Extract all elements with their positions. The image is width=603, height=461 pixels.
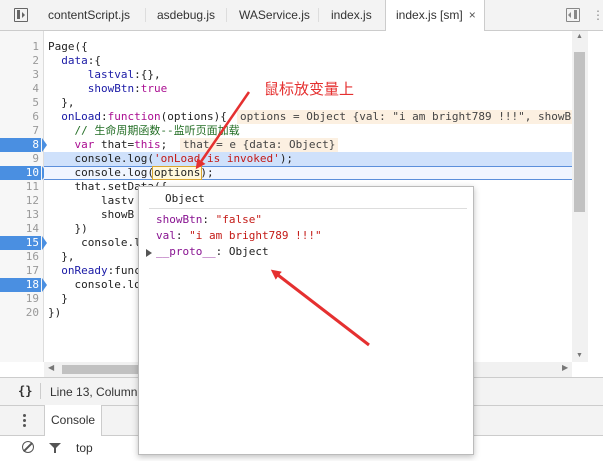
- scroll-right-icon[interactable]: ▶: [562, 363, 568, 372]
- line-number[interactable]: 5: [0, 96, 41, 110]
- tab-waservice[interactable]: WAService.js: [239, 0, 310, 30]
- tab-asdebug[interactable]: asdebug.js: [157, 0, 215, 30]
- tab-label: contentScript.js: [48, 8, 131, 22]
- line-number[interactable]: 16: [0, 250, 41, 264]
- toggle-debugger-sidebar-icon[interactable]: [566, 8, 580, 22]
- context-selector[interactable]: top: [76, 441, 93, 455]
- line-number[interactable]: 7: [0, 124, 41, 138]
- inline-value-options: options = Object {val: "i am bright789 !…: [237, 110, 572, 124]
- scroll-up-icon[interactable]: ▲: [576, 33, 583, 40]
- line-number[interactable]: 6: [0, 110, 41, 124]
- code-line: data:{: [61, 54, 101, 67]
- code-line: },: [48, 250, 75, 263]
- clear-console-icon[interactable]: [22, 441, 34, 453]
- code-line: }): [48, 306, 62, 319]
- line-number[interactable]: 2: [0, 54, 41, 68]
- code-line: Page({: [48, 40, 88, 53]
- close-icon[interactable]: ×: [469, 0, 476, 30]
- tab-separator: [226, 8, 227, 22]
- line-number[interactable]: 14: [0, 222, 41, 236]
- more-icon[interactable]: ⋮: [592, 8, 603, 22]
- tab-label: WAService.js: [239, 8, 310, 22]
- line-number-gutter[interactable]: 1 2 3 4 5 6 7 8 9 10 11 12 13 14 15 16 1…: [0, 31, 47, 362]
- code-line: var that=this;: [74, 138, 168, 151]
- code-line: },: [48, 96, 75, 109]
- line-number[interactable]: 9: [0, 152, 41, 166]
- tab-index-js[interactable]: index.js: [331, 0, 372, 30]
- annotation-label: 鼠标放变量上: [264, 80, 355, 98]
- code-line: onLoad:function(options){: [61, 110, 227, 123]
- code-line: console.lo: [48, 278, 141, 291]
- line-number[interactable]: 20: [0, 306, 41, 320]
- popover-title: Object: [165, 192, 205, 205]
- line-number[interactable]: 4: [0, 82, 41, 96]
- line-number[interactable]: 19: [0, 292, 41, 306]
- inline-value-that: that = e {data: Object}: [180, 138, 339, 152]
- property-row[interactable]: __proto__: Object: [156, 244, 269, 259]
- line-number[interactable]: 1: [0, 40, 41, 54]
- scroll-down-icon[interactable]: ▼: [576, 352, 583, 359]
- code-line: showBtn:true: [87, 82, 168, 95]
- hovered-variable-options[interactable]: options: [152, 166, 203, 180]
- line-number[interactable]: 13: [0, 208, 41, 222]
- object-preview-popover[interactable]: Object showBtn: "false" val: "i am brigh…: [138, 186, 474, 455]
- code-comment: // 生命周期函数--监听页面加载: [48, 124, 240, 137]
- breakpoint-marker[interactable]: 18: [0, 278, 47, 292]
- drawer-menu-icon[interactable]: [23, 414, 27, 429]
- property-row[interactable]: val: "i am bright789 !!!": [156, 228, 322, 243]
- code-line: onReady:func: [61, 264, 141, 277]
- tab-console[interactable]: Console: [44, 405, 103, 436]
- tab-label: asdebug.js: [157, 8, 216, 22]
- pretty-print-button[interactable]: {}: [18, 384, 32, 398]
- property-row[interactable]: showBtn: "false": [156, 212, 262, 227]
- code-line: console.l: [48, 236, 141, 249]
- code-line: console.log('onLoad is invoked');: [48, 152, 294, 165]
- tab-index-js-sm[interactable]: index.js [sm] ×: [385, 0, 485, 31]
- code-line: }): [48, 222, 88, 235]
- breakpoint-marker[interactable]: 8: [0, 138, 47, 152]
- code-line: showB: [48, 208, 135, 221]
- expand-triangle-icon[interactable]: [146, 249, 152, 257]
- line-number[interactable]: 11: [0, 180, 41, 194]
- tab-separator: [145, 8, 146, 22]
- tab-label: index.js [sm]: [396, 8, 463, 22]
- tab-separator: [318, 8, 319, 22]
- code-line: lastv: [48, 194, 135, 207]
- popover-divider: [149, 208, 467, 209]
- filter-icon[interactable]: [49, 443, 61, 453]
- cursor-position: Line 13, Column: [50, 385, 138, 399]
- vertical-scroll-thumb[interactable]: [574, 52, 585, 212]
- code-line: }: [48, 292, 68, 305]
- status-separator: [40, 383, 41, 399]
- editor-tab-bar: contentScript.js asdebug.js WAService.js…: [0, 0, 603, 31]
- code-line: lastval:{},: [87, 68, 161, 81]
- line-number[interactable]: 17: [0, 264, 41, 278]
- tab-label: index.js: [331, 8, 372, 22]
- scroll-left-icon[interactable]: ◀: [48, 363, 54, 372]
- tab-contentscript[interactable]: contentScript.js: [48, 0, 130, 30]
- toggle-navigator-icon[interactable]: [14, 8, 28, 22]
- line-number[interactable]: 12: [0, 194, 41, 208]
- breakpoint-marker[interactable]: 15: [0, 236, 47, 250]
- breakpoint-marker[interactable]: 10: [0, 166, 47, 180]
- line-number[interactable]: 3: [0, 68, 41, 82]
